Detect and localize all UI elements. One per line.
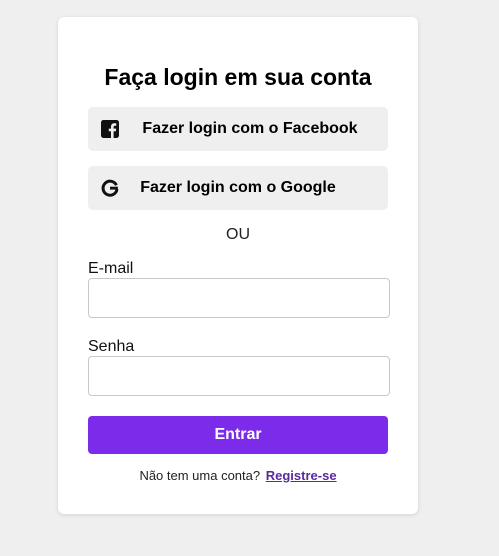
submit-button[interactable]: Entrar xyxy=(88,416,388,454)
register-prompt: Não tem uma conta? Registre-se xyxy=(58,468,418,484)
facebook-login-button[interactable]: Fazer login com o Facebook xyxy=(88,107,388,151)
password-field[interactable] xyxy=(88,356,390,396)
login-card: Faça login em sua conta Fazer login com … xyxy=(58,17,418,514)
email-label: E-mail xyxy=(88,260,134,277)
facebook-login-label: Fazer login com o Facebook xyxy=(142,120,358,137)
google-login-button[interactable]: Fazer login com o Google xyxy=(88,166,388,210)
register-link[interactable]: Registre-se xyxy=(266,468,337,483)
divider-or: OU xyxy=(226,226,250,243)
page-title: Faça login em sua conta xyxy=(104,64,372,90)
email-field[interactable] xyxy=(88,278,390,318)
register-prompt-text: Não tem uma conta? xyxy=(139,468,261,483)
password-label: Senha xyxy=(88,338,135,355)
google-login-label: Fazer login com o Google xyxy=(140,179,336,196)
